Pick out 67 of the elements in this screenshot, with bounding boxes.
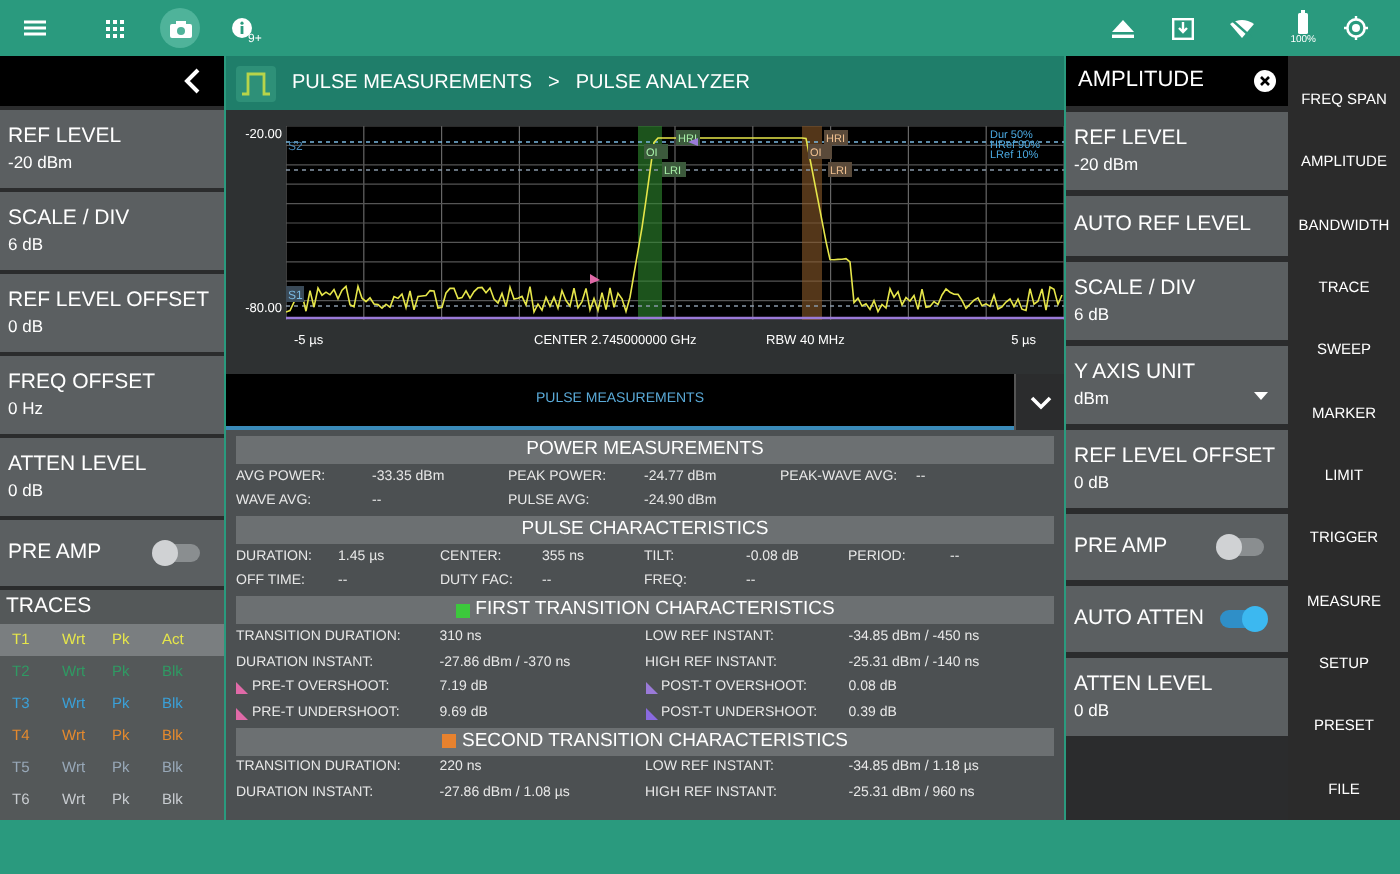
menu-button[interactable]: AUTO REF LEVEL bbox=[1066, 196, 1288, 256]
item-label: FREQ OFFSET bbox=[8, 370, 157, 396]
setting-item[interactable]: REF LEVEL OFFSET 0 dB bbox=[0, 274, 224, 352]
item-label: REF LEVEL OFFSET bbox=[1074, 444, 1278, 470]
toggle-row[interactable]: PRE AMP bbox=[1066, 514, 1288, 580]
setting-item[interactable]: REF LEVEL -20 dBm bbox=[0, 110, 224, 188]
pulse-icon[interactable] bbox=[236, 65, 276, 101]
traces-title: TRACES bbox=[4, 592, 94, 622]
toggle-switch[interactable] bbox=[156, 544, 200, 562]
breadcrumb-item: > bbox=[548, 70, 560, 98]
dropdown-field[interactable]: Y AXIS UNIT dBm bbox=[1066, 346, 1288, 424]
setting-item[interactable]: ATTEN LEVEL 0 dB bbox=[1066, 658, 1288, 736]
chevron-down-icon bbox=[1029, 395, 1051, 409]
setting-item[interactable]: SCALE / DIV 6 dB bbox=[1066, 262, 1288, 340]
setting-item[interactable]: REF LEVEL -20 dBm bbox=[1066, 112, 1288, 190]
setting-item[interactable]: ATTEN LEVEL 0 dB bbox=[0, 438, 224, 516]
item-label: ATTEN LEVEL bbox=[1074, 672, 1215, 698]
item-value: 6 dB bbox=[1074, 302, 1109, 326]
camera-icon bbox=[169, 19, 191, 37]
close-icon[interactable] bbox=[1254, 70, 1276, 92]
item-label: ATTEN LEVEL bbox=[8, 452, 149, 478]
triangle-marker bbox=[590, 274, 600, 284]
section-title: SECOND TRANSITION CHARACTERISTICS bbox=[461, 727, 848, 756]
expand-button[interactable] bbox=[1014, 374, 1064, 430]
item-label: REF LEVEL bbox=[1074, 126, 1190, 152]
camera-button[interactable] bbox=[160, 8, 200, 48]
setting-item[interactable]: SCALE / DIV 6 dB bbox=[0, 192, 224, 270]
setting-item[interactable]: FREQ OFFSET 0 Hz bbox=[0, 356, 224, 434]
panel-title: AMPLITUDE bbox=[1078, 66, 1204, 97]
item-value: 0 Hz bbox=[8, 396, 43, 420]
item-label: REF LEVEL OFFSET bbox=[8, 288, 212, 314]
item-value: -20 dBm bbox=[1074, 152, 1139, 176]
item-label: Y AXIS UNIT bbox=[1074, 360, 1197, 386]
section-title: POWER MEASUREMENTS bbox=[526, 435, 764, 464]
breadcrumb-item[interactable]: PULSE MEASUREMENTS bbox=[292, 68, 533, 98]
toggle-switch[interactable] bbox=[1220, 610, 1264, 628]
item-label: PRE AMP bbox=[1074, 531, 1168, 562]
item-value: 0 dB bbox=[1074, 698, 1109, 722]
location-target-icon[interactable] bbox=[1344, 16, 1368, 40]
item-label: AUTO ATTEN bbox=[1074, 603, 1204, 634]
wifi-off-icon[interactable] bbox=[1230, 19, 1255, 37]
battery-icon bbox=[1298, 10, 1309, 34]
download-icon[interactable] bbox=[1172, 17, 1195, 39]
item-label: PRE AMP bbox=[8, 537, 102, 568]
item-value: 0 dB bbox=[1074, 470, 1109, 494]
section-title: PULSE CHARACTERISTICS bbox=[521, 516, 769, 545]
item-label: SCALE / DIV bbox=[1074, 276, 1198, 302]
item-value: 0 dB bbox=[8, 314, 43, 338]
item-value: -20 dBm bbox=[8, 150, 73, 174]
apps-grid-icon[interactable] bbox=[106, 19, 124, 37]
item-label: SCALE / DIV bbox=[8, 206, 132, 232]
item-label: REF LEVEL bbox=[8, 124, 124, 150]
caret-icon bbox=[1254, 392, 1268, 400]
triangle-marker bbox=[688, 138, 698, 146]
menu-icon[interactable] bbox=[24, 20, 46, 36]
toggle-row[interactable]: AUTO ATTEN bbox=[1066, 586, 1288, 652]
info-icon[interactable] bbox=[232, 18, 252, 38]
eject-icon[interactable] bbox=[1112, 19, 1135, 37]
breadcrumb-item[interactable]: PULSE ANALYZER bbox=[575, 68, 750, 98]
back-chevron-icon[interactable] bbox=[184, 68, 200, 94]
toggle-row[interactable]: PRE AMP bbox=[0, 520, 224, 586]
item-value: 0 dB bbox=[8, 478, 43, 502]
item-value: dBm bbox=[1074, 386, 1109, 410]
section-title: FIRST TRANSITION CHARACTERISTICS bbox=[475, 596, 835, 625]
item-value: 6 dB bbox=[8, 232, 43, 256]
setting-item[interactable]: REF LEVEL OFFSET 0 dB bbox=[1066, 430, 1288, 508]
toggle-switch[interactable] bbox=[1220, 538, 1264, 556]
